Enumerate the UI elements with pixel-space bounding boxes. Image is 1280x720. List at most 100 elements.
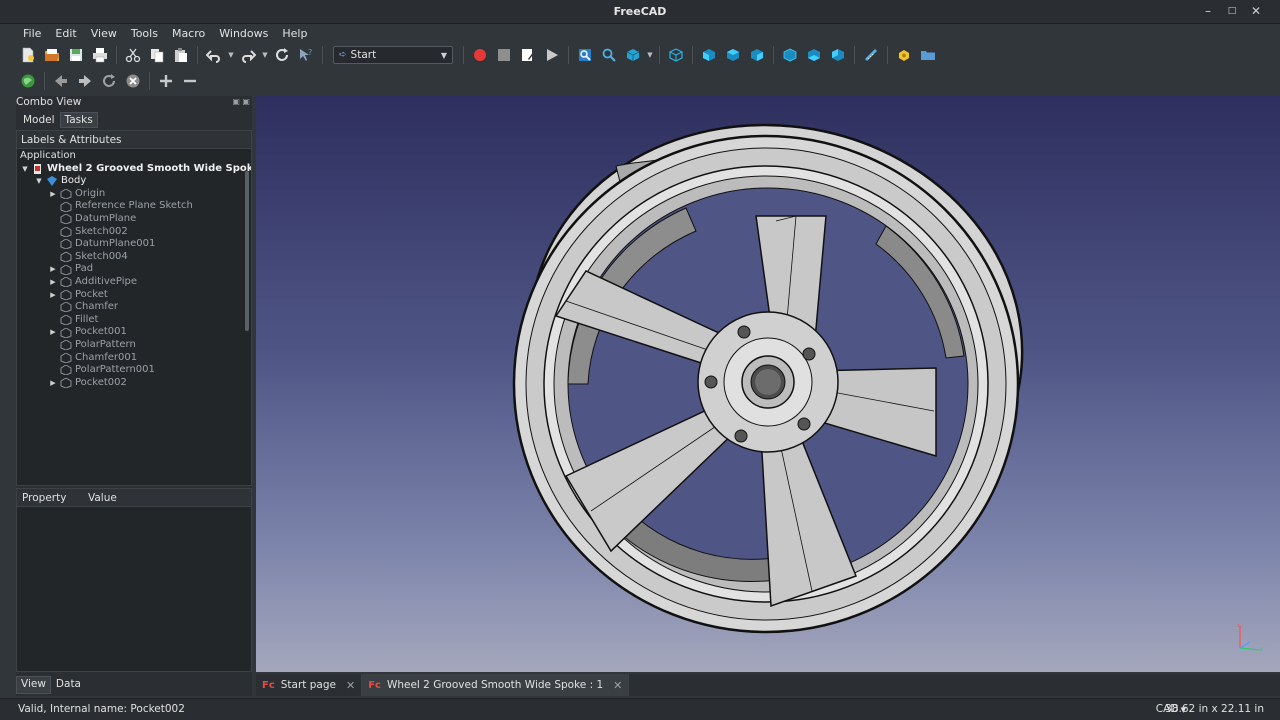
copy-icon[interactable] <box>145 44 169 66</box>
workbench-selector[interactable]: ➪ Start ▼ <box>333 46 453 64</box>
tree-item-feature[interactable]: ▶ AdditivePipe <box>49 276 137 289</box>
tab-view[interactable]: View <box>16 676 51 694</box>
tree-item-label: Sketch002 <box>75 225 128 237</box>
whats-this-icon[interactable]: ? <box>294 44 318 66</box>
tab-data[interactable]: Data <box>51 676 86 694</box>
tree-item-feature[interactable]: Reference Plane Sketch <box>49 200 193 213</box>
tree-item-feature[interactable]: Chamfer001 <box>49 352 137 365</box>
collapsed-arrow-icon[interactable]: ▶ <box>49 289 57 302</box>
undo-dropdown-icon[interactable]: ▼ <box>226 44 236 66</box>
redo-dropdown-icon[interactable]: ▼ <box>260 44 270 66</box>
left-view-icon[interactable] <box>826 44 850 66</box>
undo-icon[interactable] <box>202 44 226 66</box>
tree-item-feature[interactable]: Fillet <box>49 314 98 327</box>
part-icon[interactable] <box>892 44 916 66</box>
tree-item-feature[interactable]: ▶ Pad <box>49 263 93 276</box>
zoom-in-icon[interactable] <box>154 70 178 92</box>
menu-macro[interactable]: Macro <box>165 24 212 42</box>
paste-icon[interactable] <box>169 44 193 66</box>
group-icon[interactable] <box>916 44 940 66</box>
tree-item-feature[interactable]: ▶ Pocket001 <box>49 326 127 339</box>
combo-view-label: Combo View <box>16 96 82 108</box>
axis-cross-icon: z y <box>1237 623 1263 652</box>
rear-view-icon[interactable] <box>778 44 802 66</box>
right-view-icon[interactable] <box>745 44 769 66</box>
run-macro-icon[interactable] <box>540 44 564 66</box>
window-title: FreeCAD <box>613 5 667 18</box>
tree-item-label: DatumPlane <box>75 213 137 224</box>
menu-help[interactable]: Help <box>275 24 314 42</box>
save-icon[interactable] <box>64 44 88 66</box>
tree-item-feature[interactable]: DatumPlane <box>49 213 136 226</box>
tree-item-feature[interactable]: DatumPlane001 <box>49 238 155 251</box>
tree-item-label: Wheel 2 Grooved Smooth Wide Spoke <box>47 162 252 174</box>
measure-icon[interactable] <box>859 44 883 66</box>
expanded-arrow-icon[interactable]: ▼ <box>21 163 29 176</box>
collapsed-arrow-icon[interactable]: ▶ <box>49 326 57 339</box>
tree-item-feature[interactable]: ▶ Pocket <box>49 289 108 302</box>
edit-macro-icon[interactable] <box>516 44 540 66</box>
tree-item-label: AdditivePipe <box>75 276 137 287</box>
fit-selection-icon[interactable] <box>597 44 621 66</box>
front-view-icon[interactable] <box>697 44 721 66</box>
draw-style-dropdown-icon[interactable]: ▼ <box>645 44 655 66</box>
web-home-icon[interactable] <box>16 70 40 92</box>
zoom-out-icon[interactable] <box>178 70 202 92</box>
open-folder-icon[interactable] <box>40 44 64 66</box>
tab-start-page[interactable]: Fc Start page ✕ <box>256 674 363 696</box>
menu-tools[interactable]: Tools <box>124 24 165 42</box>
collapsed-arrow-icon[interactable]: ▶ <box>49 263 57 276</box>
fit-all-icon[interactable] <box>573 44 597 66</box>
panel-float-close-icon[interactable]: ▣ ▣ <box>232 97 250 106</box>
tab-model[interactable]: Model <box>18 112 60 128</box>
maximize-icon[interactable]: □ <box>1224 3 1240 19</box>
collapsed-arrow-icon[interactable]: ▶ <box>49 276 57 289</box>
tab-tasks[interactable]: Tasks <box>59 112 98 128</box>
redo-icon[interactable] <box>236 44 260 66</box>
tree-item-feature[interactable]: PolarPattern <box>49 339 136 352</box>
tree-item-feature[interactable]: ▶ Origin <box>49 188 105 201</box>
menu-windows[interactable]: Windows <box>212 24 275 42</box>
isometric-view-icon[interactable] <box>664 44 688 66</box>
property-column-header[interactable]: Property <box>17 489 83 506</box>
tab-wheel-document[interactable]: Fc Wheel 2 Grooved Smooth Wide Spoke : 1… <box>362 674 630 696</box>
value-column-header[interactable]: Value <box>83 489 122 506</box>
tree-item-body[interactable]: ▼ Body <box>35 175 86 188</box>
record-macro-icon[interactable] <box>468 44 492 66</box>
tree-item-feature[interactable]: Sketch004 <box>49 251 128 264</box>
collapsed-arrow-icon[interactable]: ▶ <box>49 377 57 390</box>
back-icon[interactable] <box>49 70 73 92</box>
menu-view[interactable]: View <box>84 24 124 42</box>
new-file-icon[interactable] <box>16 44 40 66</box>
top-view-icon[interactable] <box>721 44 745 66</box>
close-tab-icon[interactable]: ✕ <box>346 679 355 692</box>
wheel-model[interactable] <box>256 96 1280 672</box>
expanded-arrow-icon[interactable]: ▼ <box>35 175 43 188</box>
tree-item-label: Fillet <box>75 313 99 325</box>
tree-item-feature[interactable]: Chamfer <box>49 301 118 314</box>
stop-icon[interactable] <box>121 70 145 92</box>
tree-item-feature[interactable]: PolarPattern001 <box>49 364 155 377</box>
refresh-icon[interactable] <box>270 44 294 66</box>
close-tab-icon[interactable]: ✕ <box>613 679 622 692</box>
cut-icon[interactable] <box>121 44 145 66</box>
close-icon[interactable]: ✕ <box>1248 3 1264 19</box>
reload-icon[interactable] <box>97 70 121 92</box>
bottom-view-icon[interactable] <box>802 44 826 66</box>
tree-item-feature[interactable]: Sketch002 <box>49 226 128 239</box>
tree-item-feature[interactable]: ▶ Pocket002 <box>49 377 127 390</box>
menu-bar: File Edit View Tools Macro Windows Help <box>16 24 314 42</box>
title-bar: FreeCAD – □ ✕ <box>0 0 1280 24</box>
collapsed-arrow-icon[interactable]: ▶ <box>49 188 57 201</box>
tree-item-document[interactable]: ▼ Wheel 2 Grooved Smooth Wide Spoke <box>21 162 252 176</box>
print-icon[interactable] <box>88 44 112 66</box>
tree-scrollbar[interactable] <box>245 171 249 331</box>
forward-icon[interactable] <box>73 70 97 92</box>
menu-edit[interactable]: Edit <box>48 24 83 42</box>
stop-macro-icon[interactable] <box>492 44 516 66</box>
draw-style-icon[interactable] <box>621 44 645 66</box>
tree-section-application: Application <box>20 150 76 163</box>
minimize-icon[interactable]: – <box>1200 3 1216 19</box>
3d-viewport[interactable]: z y <box>256 96 1280 672</box>
menu-file[interactable]: File <box>16 24 48 42</box>
